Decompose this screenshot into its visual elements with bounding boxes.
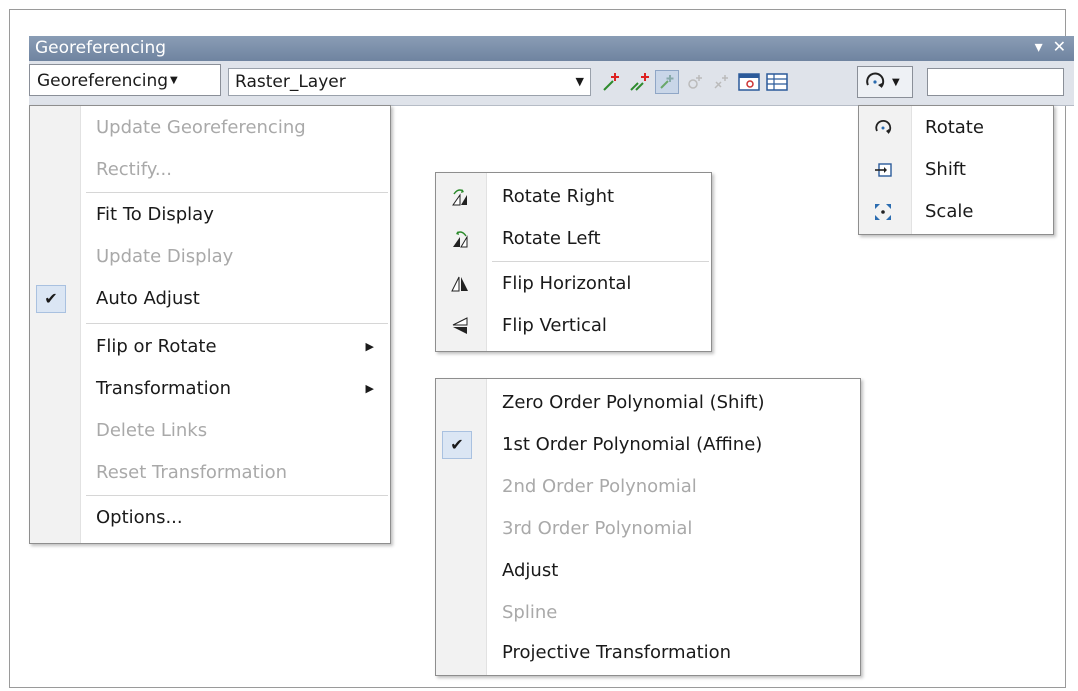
window-title: Georeferencing [35, 38, 167, 58]
zoom-to-link-icon[interactable] [683, 70, 707, 94]
shift-icon [873, 160, 893, 180]
add-control-points-icon[interactable] [600, 70, 624, 94]
menu-item-rectify[interactable]: Rectify... [30, 150, 390, 190]
menu-item-adjust[interactable]: Adjust [436, 551, 860, 591]
menu-separator [86, 192, 388, 193]
rotate-icon [873, 118, 893, 138]
layer-select-value: Raster_Layer [235, 72, 346, 92]
menu-item-rotate-right[interactable]: Rotate Right [436, 177, 711, 217]
rotate-tool-dropdown[interactable]: ▼ [857, 66, 913, 98]
menu-item-fit-to-display[interactable]: Fit To Display [30, 195, 390, 235]
menu-item-update-georeferencing[interactable]: Update Georeferencing [30, 108, 390, 148]
dropdown-arrow-icon: ▼ [170, 75, 178, 86]
auto-registration-icon[interactable] [628, 70, 652, 94]
menu-item-transformation[interactable]: Transformation ▶ [30, 369, 390, 409]
menu-item-projective-transformation[interactable]: Projective Transformation [436, 633, 860, 673]
toolbar: Georeferencing ▼ Raster_Layer ▼ ▼ [29, 61, 1074, 106]
scale-icon [873, 202, 893, 222]
rotate-tool-menu: Rotate Shift Scale [858, 105, 1054, 235]
link-table-icon[interactable] [765, 70, 789, 94]
viewer-icon[interactable] [737, 70, 761, 94]
flip-horizontal-icon [450, 274, 470, 294]
chevron-down-icon: ▼ [575, 75, 584, 88]
dropdown-arrow-icon: ▼ [892, 76, 900, 88]
layer-select[interactable]: Raster_Layer ▼ [228, 68, 591, 96]
menu-item-second-order-polynomial[interactable]: 2nd Order Polynomial [436, 467, 860, 507]
menu-item-zero-order-polynomial[interactable]: Zero Order Polynomial (Shift) [436, 383, 860, 423]
rotation-angle-input[interactable] [927, 68, 1064, 96]
submenu-arrow-icon: ▶ [365, 340, 374, 353]
delete-link-icon[interactable] [709, 70, 733, 94]
georeferencing-menu: Update Georeferencing Rectify... Fit To … [29, 105, 391, 544]
menu-item-options[interactable]: Options... [30, 498, 390, 538]
menu-item-flip-or-rotate[interactable]: Flip or Rotate ▶ [30, 327, 390, 367]
checkmark-icon: ✔ [442, 431, 472, 459]
menu-item-rotate[interactable]: Rotate [859, 108, 1053, 148]
flip-or-rotate-submenu: Rotate Right Rotate Left Flip Horizontal… [435, 172, 712, 352]
menu-item-auto-adjust[interactable]: ✔ Auto Adjust [30, 279, 390, 319]
menu-item-rotate-left[interactable]: Rotate Left [436, 219, 711, 259]
title-bar: Georeferencing ▾ ✕ [29, 36, 1074, 61]
submenu-arrow-icon: ▶ [365, 382, 374, 395]
menu-separator [86, 495, 388, 496]
transformation-submenu: Zero Order Polynomial (Shift) ✔ 1st Orde… [435, 378, 861, 676]
checkmark-icon: ✔ [36, 285, 66, 313]
menu-separator [86, 323, 388, 324]
georeferencing-menu-label: Georeferencing [37, 71, 169, 91]
flip-vertical-icon [450, 316, 470, 336]
menu-item-spline[interactable]: Spline [436, 593, 860, 633]
close-icon[interactable]: ✕ [1053, 37, 1066, 56]
menu-item-first-order-polynomial[interactable]: ✔ 1st Order Polynomial (Affine) [436, 425, 860, 465]
menu-item-flip-vertical[interactable]: Flip Vertical [436, 306, 711, 346]
rotate-left-icon [450, 229, 470, 249]
menu-item-update-display[interactable]: Update Display [30, 237, 390, 277]
menu-item-reset-transformation[interactable]: Reset Transformation [30, 453, 390, 493]
window-options-icon[interactable]: ▾ [1035, 37, 1043, 56]
menu-item-delete-links[interactable]: Delete Links [30, 411, 390, 451]
select-link-icon[interactable] [655, 70, 679, 94]
menu-separator [492, 261, 709, 262]
menu-item-flip-horizontal[interactable]: Flip Horizontal [436, 264, 711, 304]
rotate-right-icon [450, 187, 470, 207]
georeferencing-menu-button[interactable]: Georeferencing ▼ [29, 64, 221, 96]
menu-item-third-order-polynomial[interactable]: 3rd Order Polynomial [436, 509, 860, 549]
menu-item-shift[interactable]: Shift [859, 150, 1053, 190]
rotate-icon [866, 72, 885, 88]
menu-item-scale[interactable]: Scale [859, 192, 1053, 232]
